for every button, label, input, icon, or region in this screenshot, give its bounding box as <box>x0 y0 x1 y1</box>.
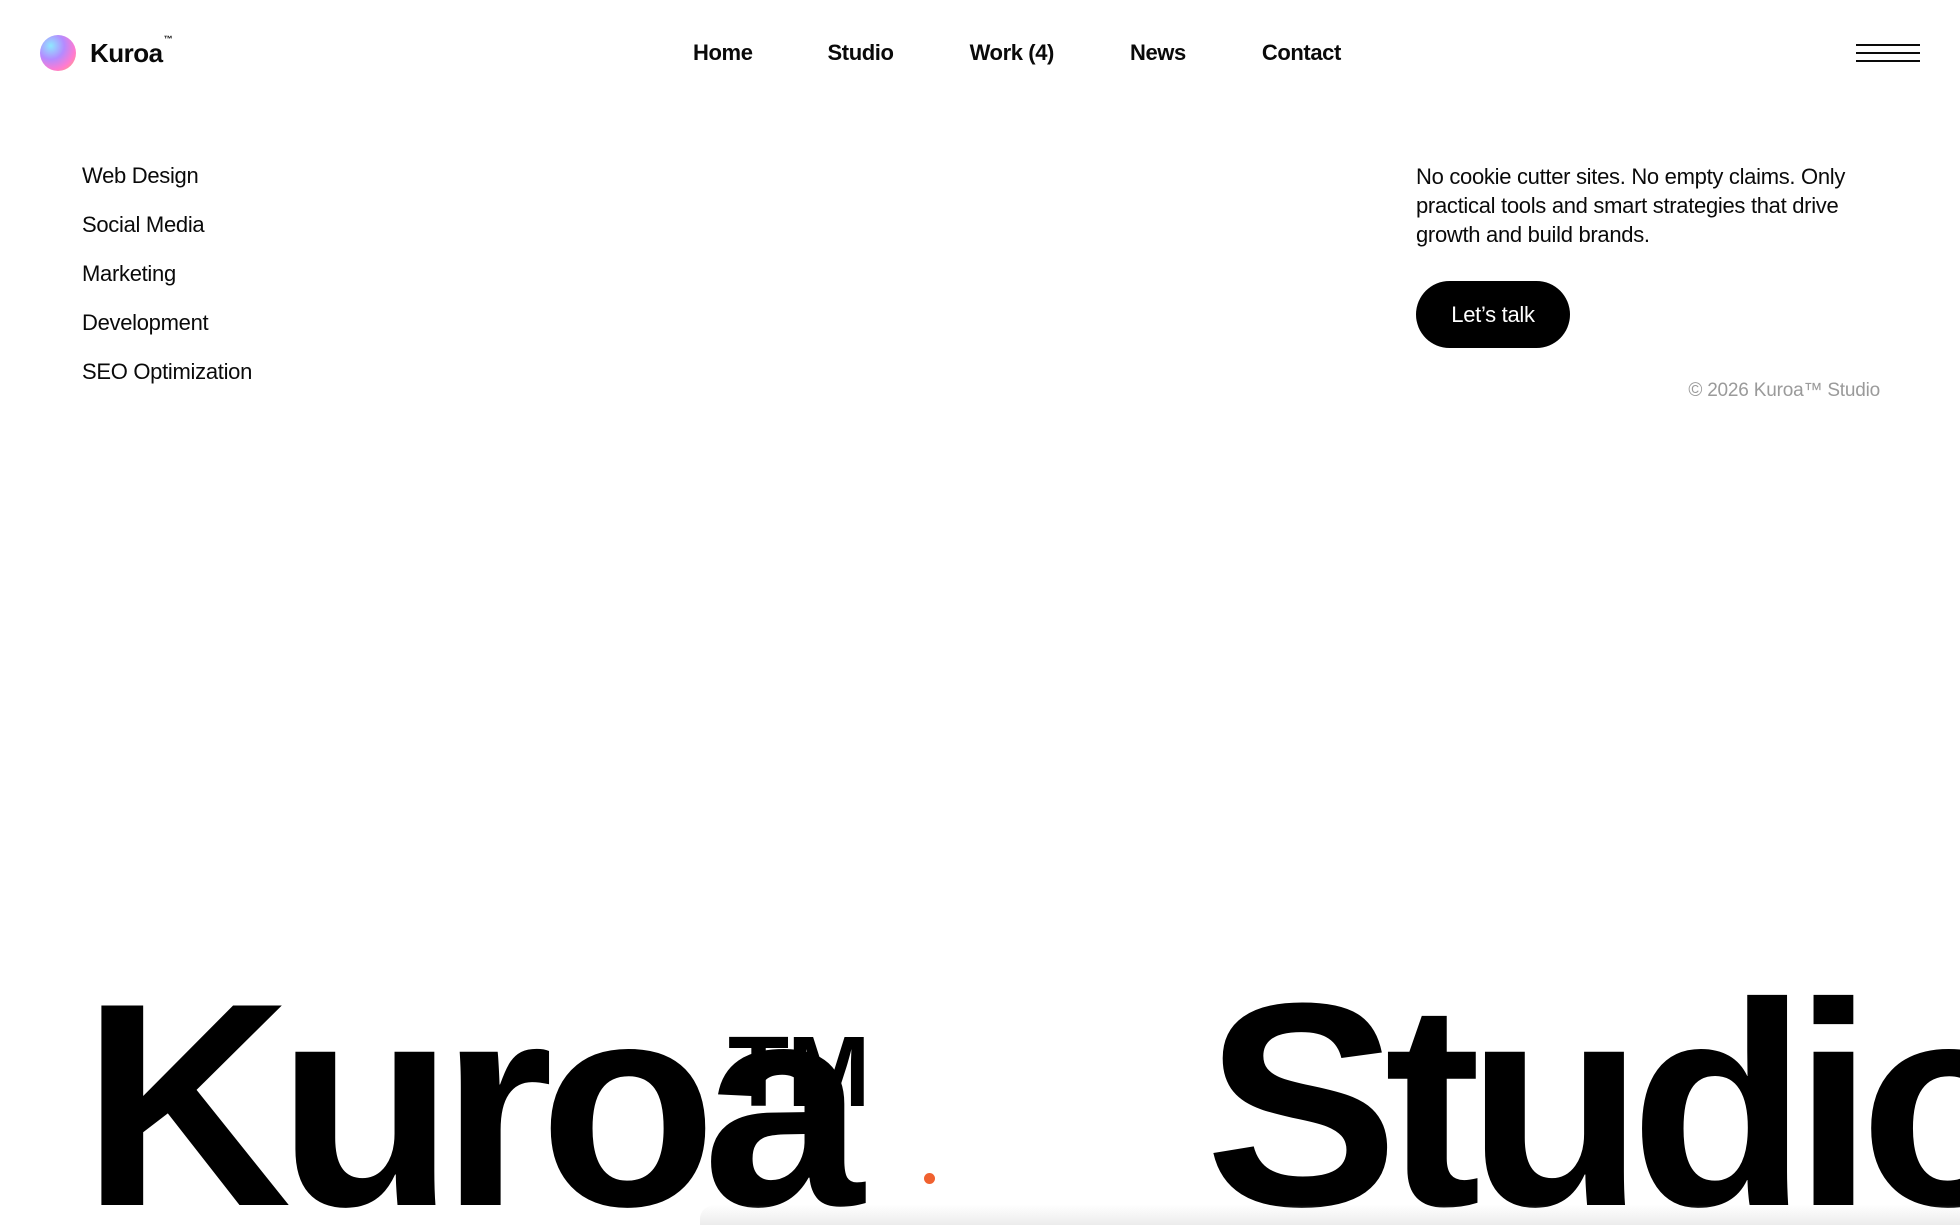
service-item-seo-optimization[interactable]: SEO Optimization <box>82 358 252 407</box>
page: Kuroa™ Home Studio Work (4) News Contact… <box>0 0 1960 1225</box>
nav-item-home[interactable]: Home <box>693 40 753 66</box>
intro-text: No cookie cutter sites. No empty claims.… <box>1416 164 1846 247</box>
bottom-panel-edge <box>700 1205 1960 1225</box>
menu-line <box>1856 60 1920 62</box>
main-nav: Home Studio Work (4) News Contact <box>693 40 1341 66</box>
service-item-social-media[interactable]: Social Media <box>82 211 252 260</box>
nav-item-studio[interactable]: Studio <box>828 40 894 66</box>
nav-item-contact[interactable]: Contact <box>1262 40 1341 66</box>
hero-trademark: TM <box>728 1016 870 1128</box>
copyright-text: © 2026 Kuroa™ Studio <box>1688 380 1880 401</box>
brand-name: Kuroa <box>90 37 163 68</box>
service-item-web-design[interactable]: Web Design <box>82 162 252 211</box>
nav-item-work[interactable]: Work (4) <box>970 40 1055 66</box>
nav-item-news[interactable]: News <box>1130 40 1186 66</box>
menu-line <box>1856 52 1920 54</box>
hero-word-studio: Studio <box>1205 960 1960 1225</box>
service-item-marketing[interactable]: Marketing <box>82 260 252 309</box>
brand-wordmark: Kuroa™ <box>90 34 173 69</box>
brand-logo-link[interactable]: Kuroa™ <box>40 34 173 71</box>
services-list: Web Design Social Media Marketing Develo… <box>82 162 252 407</box>
site-header: Kuroa™ Home Studio Work (4) News Contact <box>0 0 1960 110</box>
hamburger-menu-icon[interactable] <box>1856 44 1920 64</box>
lets-talk-button[interactable]: Let’s talk <box>1416 281 1570 348</box>
service-item-development[interactable]: Development <box>82 309 252 358</box>
menu-line <box>1856 44 1920 46</box>
intro-block: No cookie cutter sites. No empty claims.… <box>1416 162 1886 348</box>
brand-trademark: ™ <box>163 33 173 44</box>
hero-wordmark: Kuroa TM Studio <box>0 960 1960 1225</box>
accent-dot <box>924 1173 935 1184</box>
gradient-orb-logo-icon <box>40 35 76 71</box>
